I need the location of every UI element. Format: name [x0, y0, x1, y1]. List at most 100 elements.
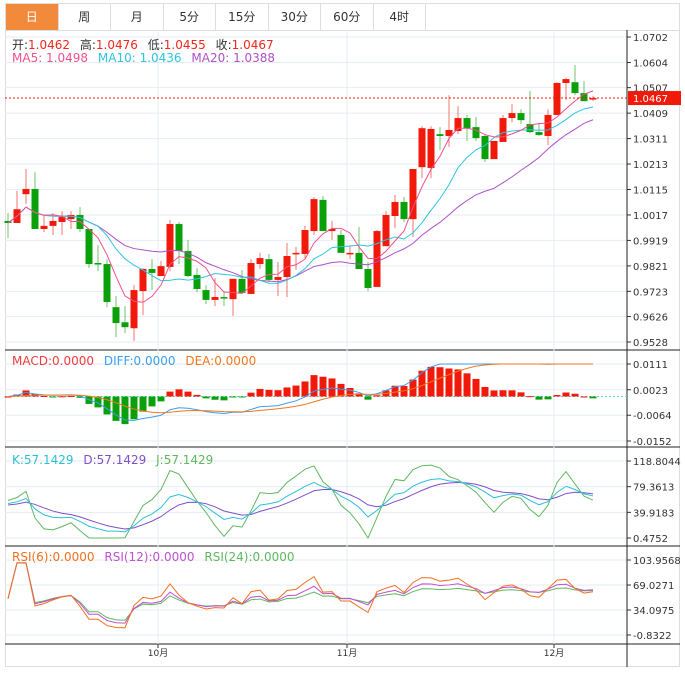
month-label: 10月 — [148, 648, 168, 659]
axis-tick-label: 1.0604 — [633, 58, 668, 69]
low-label: 低: — [147, 38, 164, 52]
macd-bar — [346, 387, 354, 397]
candle-up — [490, 140, 498, 160]
candle-up — [499, 118, 507, 142]
rsi6-value: RSI(6):0.0000 — [12, 550, 95, 564]
macd-bar — [292, 385, 300, 397]
month-label: 11月 — [337, 648, 357, 659]
candle-up — [409, 168, 417, 220]
macd-bar — [535, 396, 543, 400]
diff-value: DIFF:0.0000 — [103, 354, 176, 368]
candle-down — [121, 322, 129, 328]
candle-down — [202, 290, 210, 300]
candle-up — [454, 118, 462, 132]
axis-tick-label: 1.0017 — [633, 211, 668, 222]
candle-up — [130, 290, 138, 329]
macd-bar — [337, 383, 345, 397]
macd-bar — [589, 396, 597, 399]
candle-up — [346, 252, 354, 255]
candle-up — [274, 277, 282, 280]
macd-bar — [544, 396, 552, 400]
macd-bar — [58, 396, 66, 398]
low-value: 1.0455 — [163, 38, 206, 52]
axis-tick-label: 0.9626 — [633, 313, 668, 324]
macd-bar — [373, 395, 381, 397]
axis-tick-label: 0.9919 — [633, 236, 668, 247]
open-value: 1.0462 — [28, 38, 71, 52]
candle-up — [544, 114, 552, 136]
candle-up — [256, 258, 264, 265]
axis-tick-label: -0.0064 — [633, 411, 672, 422]
macd-bar — [49, 396, 57, 398]
axis-tick-label: 0.0023 — [633, 386, 668, 397]
d-value: D:57.1429 — [83, 453, 147, 467]
candle-up — [382, 214, 390, 247]
ma20-line — [7, 119, 594, 283]
macd-bar — [238, 396, 246, 398]
high-value: 1.0476 — [95, 38, 138, 52]
macd-legend: MACD:0.0000 DIFF:0.0000 DEA:0.0000 — [12, 354, 262, 368]
macd-bar — [274, 390, 282, 397]
axis-tick-label: 0.4752 — [633, 534, 668, 545]
candle-down — [436, 134, 444, 136]
macd-bar — [445, 368, 453, 397]
candle-up — [310, 199, 318, 232]
axis-tick-label: 79.3613 — [633, 483, 674, 494]
axis-tick-label: -0.0152 — [633, 437, 672, 448]
macd-bar — [157, 396, 165, 402]
macd-bar — [175, 389, 183, 397]
macd-bar — [193, 394, 201, 397]
macd-bar — [139, 396, 147, 412]
candle-up — [391, 201, 399, 216]
axis-tick-label: 103.9568 — [633, 556, 681, 567]
candle-down — [148, 268, 156, 273]
macd-bar — [319, 376, 327, 397]
ma5-value: MA5: 1.0498 — [12, 51, 89, 65]
dea-value: DEA:0.0000 — [185, 354, 257, 368]
candle-down — [31, 188, 39, 229]
month-label: 12月 — [544, 648, 564, 659]
candle-up — [22, 188, 30, 195]
candle-up — [211, 297, 219, 300]
kline-chart[interactable]: 1.07021.06041.05071.04091.03111.02131.01… — [0, 0, 685, 673]
candle-up — [427, 128, 435, 168]
rsi24-value: RSI(24):0.0000 — [204, 550, 295, 564]
candle-up — [166, 224, 174, 267]
current-price-label: 1.0467 — [633, 94, 668, 105]
candle-down — [265, 259, 273, 280]
axis-tick-label: 0.9723 — [633, 287, 668, 298]
candle-down — [571, 82, 579, 94]
macd-bar — [283, 387, 291, 397]
candle-up — [562, 79, 570, 83]
candle-up — [553, 82, 561, 115]
candle-down — [103, 264, 111, 302]
macd-bar — [301, 381, 309, 397]
axis-tick-label: -0.8322 — [633, 631, 672, 642]
candle-down — [193, 274, 201, 290]
macd-bar — [166, 391, 174, 397]
macd-bar — [211, 396, 219, 400]
candle-down — [175, 224, 183, 252]
macd-bar — [265, 389, 273, 397]
axis-tick-label: 69.0271 — [633, 581, 674, 592]
k-value: K:57.1429 — [12, 453, 74, 467]
macd-bar — [364, 396, 372, 400]
macd-bar — [247, 392, 255, 397]
candle-down — [463, 118, 471, 129]
macd-bar — [256, 388, 264, 397]
kdj-legend: K:57.1429 D:57.1429 J:57.1429 — [12, 453, 219, 467]
candle-down — [400, 201, 408, 220]
candle-up — [301, 230, 309, 254]
rsi6-line — [7, 562, 594, 629]
macd-bar — [328, 378, 336, 397]
axis-tick-label: 1.0311 — [633, 135, 668, 146]
candle-down — [220, 297, 228, 299]
axis-tick-label: 1.0213 — [633, 160, 668, 171]
macd-bar — [229, 396, 237, 398]
candle-up — [157, 266, 165, 277]
candle-up — [418, 128, 426, 168]
axis-tick-label: 39.9183 — [633, 508, 674, 519]
macd-bar — [562, 392, 570, 397]
macd-bar — [490, 390, 498, 397]
macd-bar — [481, 386, 489, 397]
